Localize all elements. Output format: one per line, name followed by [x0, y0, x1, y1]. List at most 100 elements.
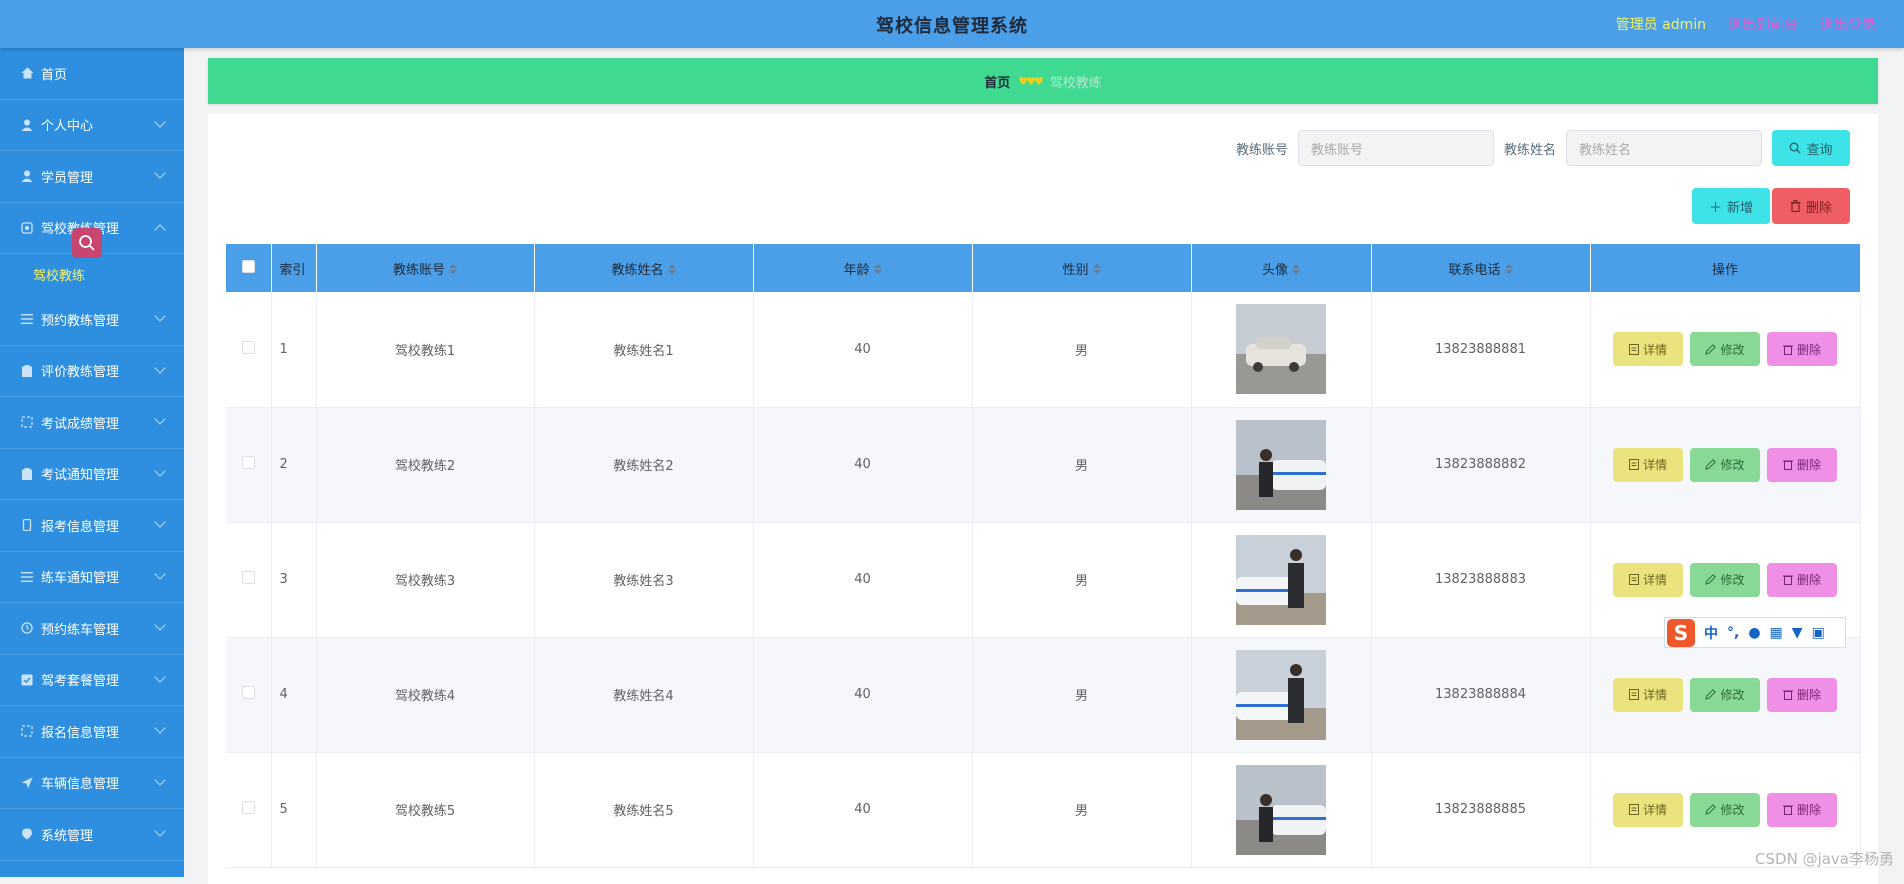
- row-checkbox[interactable]: [242, 456, 255, 469]
- sort-icon[interactable]: [1505, 264, 1513, 276]
- trash-icon: [1783, 689, 1793, 700]
- top-header: 驾校信息管理系统 管理员 admin 退出到前台 退出登录: [0, 0, 1904, 48]
- delete-label: 删除: [1797, 341, 1821, 358]
- crop-icon: [20, 415, 34, 429]
- sidebar-item-8[interactable]: 报考信息管理: [0, 500, 184, 552]
- row-checkbox[interactable]: [242, 801, 255, 814]
- sidebar-item-9[interactable]: 练车通知管理: [0, 552, 184, 604]
- sidebar-item-5[interactable]: 评价教练管理: [0, 346, 184, 398]
- edit-label: 修改: [1720, 456, 1744, 473]
- name-input[interactable]: 教练姓名: [1566, 130, 1762, 166]
- list-icon: [20, 312, 34, 326]
- breadcrumb-home[interactable]: 首页: [984, 72, 1010, 91]
- row-checkbox[interactable]: [242, 571, 255, 584]
- column-header-phone[interactable]: 联系电话: [1371, 244, 1590, 292]
- grid-menu-icon[interactable]: ▣: [1812, 625, 1825, 641]
- column-header-age[interactable]: 年龄: [753, 244, 972, 292]
- chevron-up-icon: [154, 224, 165, 235]
- account-label: 教练账号: [1236, 139, 1288, 158]
- sidebar-item-12[interactable]: 报名信息管理: [0, 706, 184, 758]
- sidebar-item-label: 练车通知管理: [41, 567, 119, 586]
- punctuation-icon[interactable]: °,: [1727, 625, 1739, 641]
- edit-button[interactable]: 修改: [1690, 563, 1760, 597]
- column-header-name[interactable]: 教练姓名: [534, 244, 753, 292]
- chevron-down-icon: [154, 774, 165, 785]
- sidebar-item-6[interactable]: 考试成绩管理: [0, 397, 184, 449]
- sidebar-item-2[interactable]: 学员管理: [0, 151, 184, 203]
- cell-gender: 男: [972, 407, 1191, 522]
- action-buttons: ＋ 新增 删除: [1692, 188, 1850, 224]
- sort-icon[interactable]: [449, 264, 457, 276]
- column-header-gender[interactable]: 性别: [972, 244, 1191, 292]
- select-all-checkbox[interactable]: [242, 260, 255, 273]
- chevron-down-icon: [154, 167, 165, 178]
- row-checkbox[interactable]: [242, 686, 255, 699]
- detail-label: 详情: [1643, 341, 1667, 358]
- row-checkbox[interactable]: [242, 341, 255, 354]
- detail-button[interactable]: 详情: [1613, 563, 1683, 597]
- sidebar-subitem-coach[interactable]: 驾校教练: [0, 254, 184, 294]
- microphone-icon[interactable]: ●: [1748, 625, 1760, 641]
- keyboard-icon[interactable]: ▦: [1770, 625, 1783, 641]
- sort-icon[interactable]: [668, 264, 676, 276]
- chevron-down-icon: [154, 722, 165, 733]
- edit-button[interactable]: 修改: [1690, 793, 1760, 827]
- plus-icon: ＋: [1709, 197, 1722, 216]
- chevron-down-icon: [154, 465, 165, 476]
- account-input[interactable]: 教练账号: [1298, 130, 1494, 166]
- back-to-frontend-link[interactable]: 退出到前台: [1728, 14, 1798, 34]
- detail-button[interactable]: 详情: [1613, 448, 1683, 482]
- edit-button[interactable]: 修改: [1690, 448, 1760, 482]
- column-header-label: 教练账号: [393, 263, 445, 278]
- batch-delete-button[interactable]: 删除: [1772, 188, 1850, 224]
- sidebar-item-14[interactable]: 系统管理: [0, 809, 184, 861]
- column-header-label: 联系电话: [1448, 263, 1500, 278]
- document-icon: [1629, 689, 1639, 700]
- edit-icon: [1705, 344, 1716, 355]
- detail-button[interactable]: 详情: [1613, 678, 1683, 712]
- search-icon: [1789, 142, 1801, 154]
- select-all-cell: [226, 244, 271, 292]
- skin-icon[interactable]: ▼: [1792, 625, 1803, 641]
- sidebar-item-1[interactable]: 个人中心: [0, 100, 184, 152]
- ime-mode[interactable]: 中: [1704, 623, 1718, 643]
- sidebar-item-label: 报名信息管理: [41, 722, 119, 741]
- edit-label: 修改: [1720, 686, 1744, 703]
- cell-account: 驾校教练5: [316, 752, 534, 867]
- sidebar-item-13[interactable]: 车辆信息管理: [0, 758, 184, 810]
- sidebar-item-10[interactable]: 预约练车管理: [0, 603, 184, 655]
- name-label: 教练姓名: [1504, 139, 1556, 158]
- column-header-avatar[interactable]: 头像: [1191, 244, 1371, 292]
- sidebar-item-4[interactable]: 预约教练管理: [0, 294, 184, 346]
- query-button[interactable]: 查询: [1772, 130, 1850, 166]
- logout-link[interactable]: 退出登录: [1820, 14, 1876, 34]
- avatar: [1236, 765, 1326, 855]
- trash-icon: [1783, 804, 1793, 815]
- floating-search-button[interactable]: [72, 228, 102, 258]
- column-header-actions: 操作: [1590, 244, 1860, 292]
- add-button[interactable]: ＋ 新增: [1692, 188, 1770, 224]
- sidebar-item-0[interactable]: 首页: [0, 48, 184, 100]
- sort-icon[interactable]: [1292, 264, 1300, 276]
- sidebar-item-label: 车辆信息管理: [41, 773, 119, 792]
- column-header-account[interactable]: 教练账号: [316, 244, 534, 292]
- delete-label: 删除: [1806, 197, 1832, 216]
- sidebar-item-7[interactable]: 考试通知管理: [0, 449, 184, 501]
- cell-account: 驾校教练2: [316, 407, 534, 522]
- delete-button[interactable]: 删除: [1767, 678, 1837, 712]
- sidebar-item-11[interactable]: 驾考套餐管理: [0, 655, 184, 707]
- edit-button[interactable]: 修改: [1690, 332, 1760, 366]
- edit-button[interactable]: 修改: [1690, 678, 1760, 712]
- sidebar-item-label: 预约教练管理: [41, 310, 119, 329]
- sort-icon[interactable]: [1093, 264, 1101, 276]
- sort-icon[interactable]: [874, 264, 882, 276]
- delete-button[interactable]: 删除: [1767, 332, 1837, 366]
- chevron-down-icon: [154, 413, 165, 424]
- delete-button[interactable]: 删除: [1767, 563, 1837, 597]
- delete-button[interactable]: 删除: [1767, 793, 1837, 827]
- setting-icon: [20, 221, 34, 235]
- sidebar-item-label: 首页: [41, 64, 67, 83]
- detail-button[interactable]: 详情: [1613, 332, 1683, 366]
- delete-button[interactable]: 删除: [1767, 448, 1837, 482]
- detail-button[interactable]: 详情: [1613, 793, 1683, 827]
